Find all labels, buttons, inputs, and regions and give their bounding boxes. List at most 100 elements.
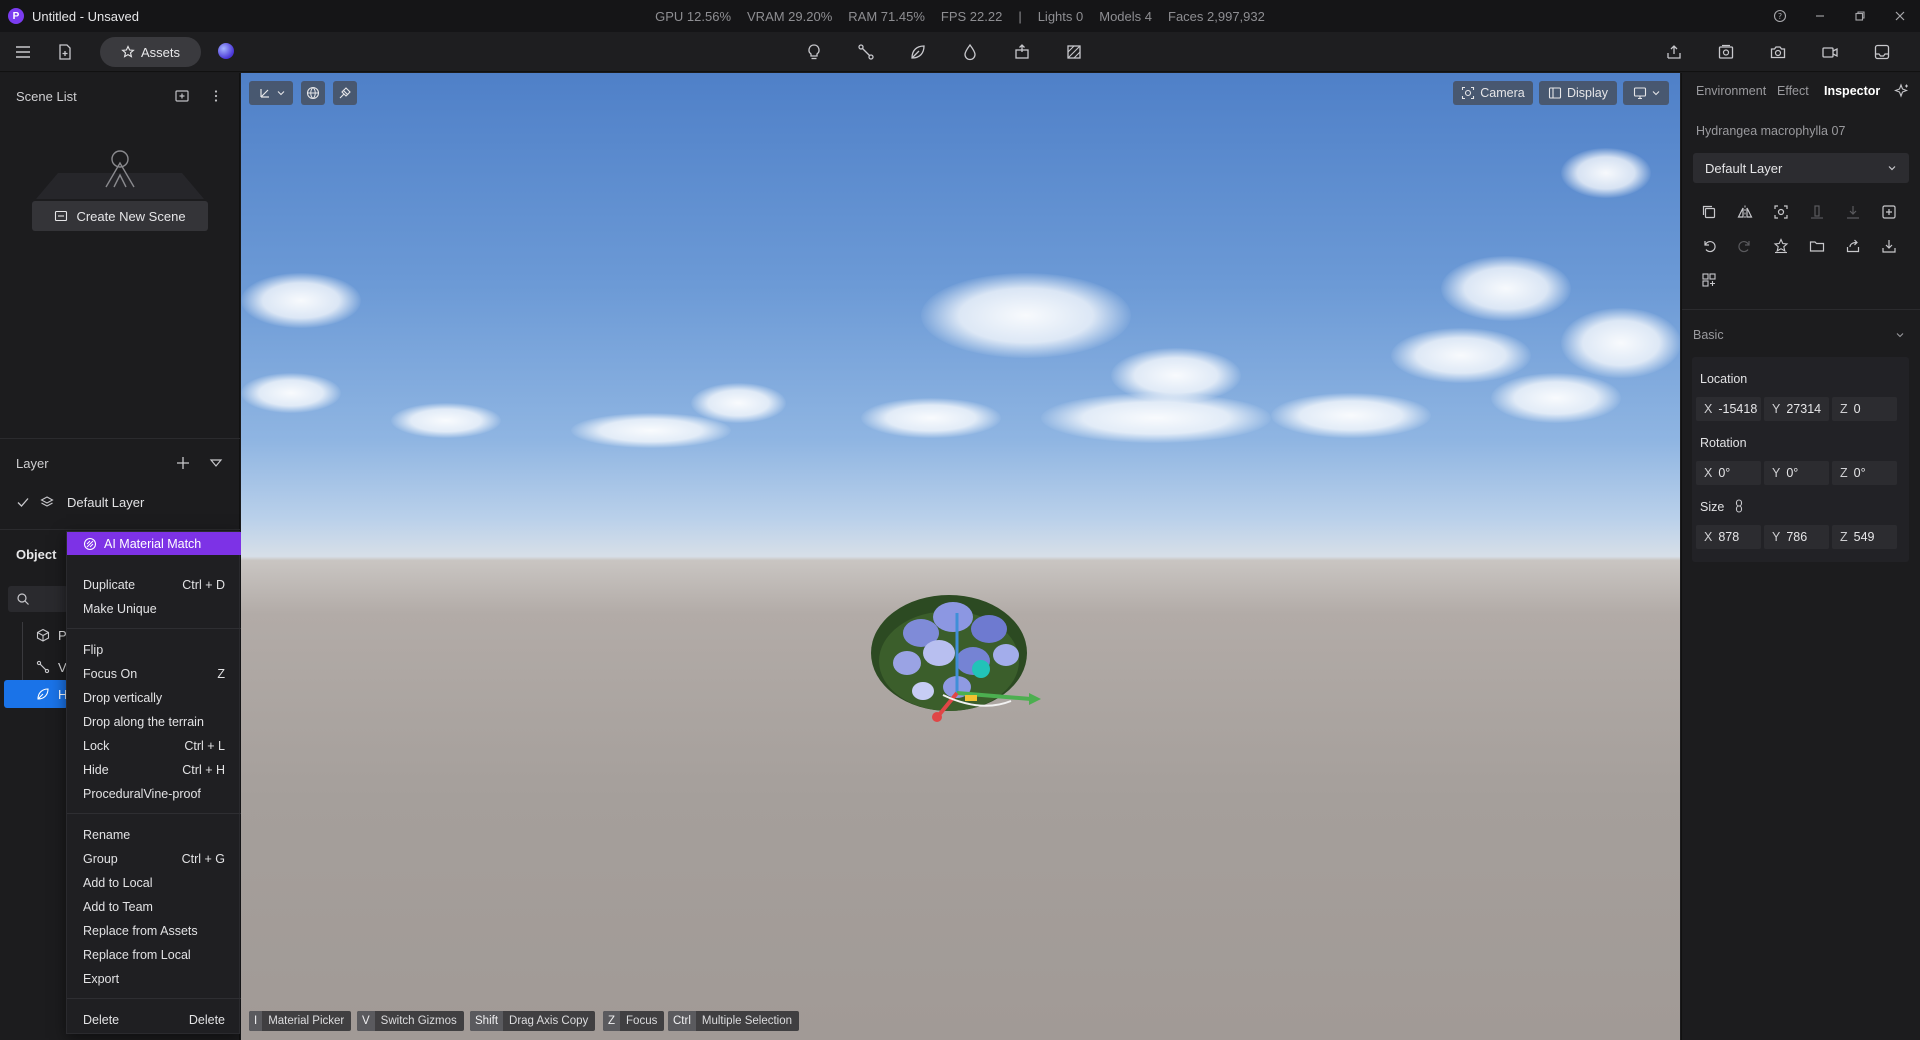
rotation-z-field[interactable]: Z 0°	[1832, 461, 1897, 485]
location-x-field[interactable]: X -15418	[1696, 397, 1761, 421]
view-options-button[interactable]	[1623, 81, 1669, 105]
copy-icon[interactable]	[1698, 201, 1720, 223]
menu-item-make-unique[interactable]: Make Unique	[67, 598, 241, 620]
title-bar: P Untitled - Unsaved GPU 12.56% VRAM 29.…	[0, 0, 1920, 32]
video-icon[interactable]	[1818, 40, 1842, 64]
assets-button[interactable]: Assets	[100, 37, 201, 67]
ai-sparkle-icon[interactable]	[1894, 83, 1910, 99]
terrain-tool-icon[interactable]	[1010, 40, 1034, 64]
transform-card: Location X -15418 Y 27314 Z0 Rotation X 0° …	[1692, 357, 1909, 562]
leaf-icon	[37, 688, 49, 700]
size-z-field[interactable]: Z 549	[1832, 525, 1897, 549]
add-to-library-icon[interactable]	[1878, 201, 1900, 223]
object-title[interactable]: Object	[16, 547, 56, 562]
light-bulb-icon[interactable]	[802, 40, 826, 64]
water-tool-icon[interactable]	[958, 40, 982, 64]
tree-item-selected[interactable]: H	[4, 680, 68, 708]
ai-assistant-orb-icon[interactable]	[218, 43, 234, 59]
export-render-icon[interactable]	[1870, 40, 1894, 64]
align-bottom-icon	[1806, 201, 1828, 223]
object-search-input[interactable]	[8, 586, 68, 612]
share-icon[interactable]	[1842, 235, 1864, 257]
vegetation-tool-icon[interactable]	[906, 40, 930, 64]
menu-item-label: Add to Local	[83, 876, 153, 890]
world-space-button[interactable]	[301, 81, 325, 105]
size-x-field[interactable]: X 878	[1696, 525, 1761, 549]
create-new-scene-button[interactable]: Create New Scene	[32, 201, 208, 231]
tab-inspector[interactable]: Inspector	[1824, 84, 1880, 98]
location-z-field[interactable]: Z0	[1832, 397, 1897, 421]
divider	[0, 438, 240, 439]
menu-item-export[interactable]: Export	[67, 968, 241, 990]
menu-item-group[interactable]: Group Ctrl + G	[67, 848, 241, 870]
menu-icon[interactable]	[11, 40, 35, 64]
chevron-down-icon[interactable]	[1894, 329, 1906, 341]
menu-item-replace-from-assets[interactable]: Replace from Assets	[67, 920, 241, 942]
close-icon[interactable]	[1884, 0, 1916, 32]
axis-label: Y	[1772, 402, 1781, 416]
rotation-y-field[interactable]: Y 0°	[1764, 461, 1829, 485]
grid-icon[interactable]	[1698, 269, 1720, 291]
menu-item-hide[interactable]: Hide Ctrl + H	[67, 759, 241, 781]
field-value: 0°	[1718, 466, 1731, 480]
default-layer-item[interactable]: Default Layer	[67, 495, 144, 510]
basic-section-title[interactable]: Basic	[1693, 328, 1724, 342]
3d-viewport[interactable]: Camera Display	[241, 73, 1680, 1040]
field-value: 0°	[1786, 466, 1799, 480]
camera-capture-icon[interactable]	[1766, 40, 1790, 64]
transform-mode-button[interactable]	[249, 81, 293, 105]
axis-label: Y	[1772, 530, 1781, 544]
minimize-icon[interactable]	[1804, 0, 1836, 32]
menu-item-rename[interactable]: Rename	[67, 824, 241, 846]
rotation-x-field[interactable]: X 0°	[1696, 461, 1761, 485]
tab-environment[interactable]: Environment	[1696, 84, 1766, 98]
layer-filter-icon[interactable]	[208, 455, 224, 471]
ai-material-icon	[83, 537, 97, 550]
add-layer-icon[interactable]	[175, 455, 191, 471]
undo-icon[interactable]	[1698, 235, 1720, 257]
menu-item-label: Drop vertically	[83, 691, 163, 705]
menu-item-procedural-vine[interactable]: ProceduralVine-proof	[67, 783, 241, 805]
size-y-field[interactable]: Y 786	[1764, 525, 1829, 549]
cloud	[241, 373, 341, 413]
section-tool-icon[interactable]	[1062, 40, 1086, 64]
mirror-icon[interactable]	[1734, 201, 1756, 223]
menu-item-focus-on[interactable]: Focus On Z	[67, 663, 241, 685]
favorite-icon[interactable]	[1770, 235, 1792, 257]
help-icon[interactable]: ?	[1764, 0, 1796, 32]
menu-item-label: Focus On	[83, 667, 138, 681]
menu-item-drop-along-terrain[interactable]: Drop along the terrain	[67, 711, 241, 733]
svg-text:?: ?	[1778, 12, 1782, 21]
menu-item-add-to-team[interactable]: Add to Team	[67, 896, 241, 918]
menu-item-delete[interactable]: Delete Delete	[67, 1009, 241, 1031]
location-y-field[interactable]: Y 27314	[1764, 397, 1829, 421]
layer-visible-check-icon[interactable]	[16, 495, 30, 509]
layer-select[interactable]: Default Layer	[1693, 153, 1909, 183]
folder-icon[interactable]	[1806, 235, 1828, 257]
upload-icon[interactable]	[1662, 40, 1686, 64]
menu-item-replace-from-local[interactable]: Replace from Local	[67, 944, 241, 966]
restore-icon[interactable]	[1844, 0, 1876, 32]
camera-button[interactable]: Camera	[1453, 81, 1533, 105]
focus-frame-icon[interactable]	[1770, 201, 1792, 223]
menu-item-drop-vertically[interactable]: Drop vertically	[67, 687, 241, 709]
display-button[interactable]: Display	[1539, 81, 1617, 105]
path-tool-icon[interactable]	[854, 40, 878, 64]
hint-label: Switch Gizmos	[380, 1015, 457, 1027]
hint-label: Drag Axis Copy	[509, 1015, 589, 1027]
file-icon[interactable]	[53, 40, 77, 64]
scene-more-icon[interactable]	[208, 88, 224, 106]
render-queue-icon[interactable]	[1714, 40, 1738, 64]
download-icon[interactable]	[1878, 235, 1900, 257]
add-scene-icon[interactable]	[174, 88, 192, 106]
menu-item-flip[interactable]: Flip	[67, 639, 241, 661]
menu-item-lock[interactable]: Lock Ctrl + L	[67, 735, 241, 757]
hydrangea-model[interactable]	[861, 583, 1041, 733]
menu-item-add-to-local[interactable]: Add to Local	[67, 872, 241, 894]
snap-button[interactable]	[333, 81, 357, 105]
ai-material-match-item[interactable]: AI Material Match	[67, 532, 241, 555]
menu-item-label: Group	[83, 852, 118, 866]
tab-effect[interactable]: Effect	[1777, 84, 1809, 98]
menu-item-duplicate[interactable]: Duplicate Ctrl + D	[67, 574, 241, 596]
link-proportions-icon[interactable]	[1732, 499, 1746, 513]
